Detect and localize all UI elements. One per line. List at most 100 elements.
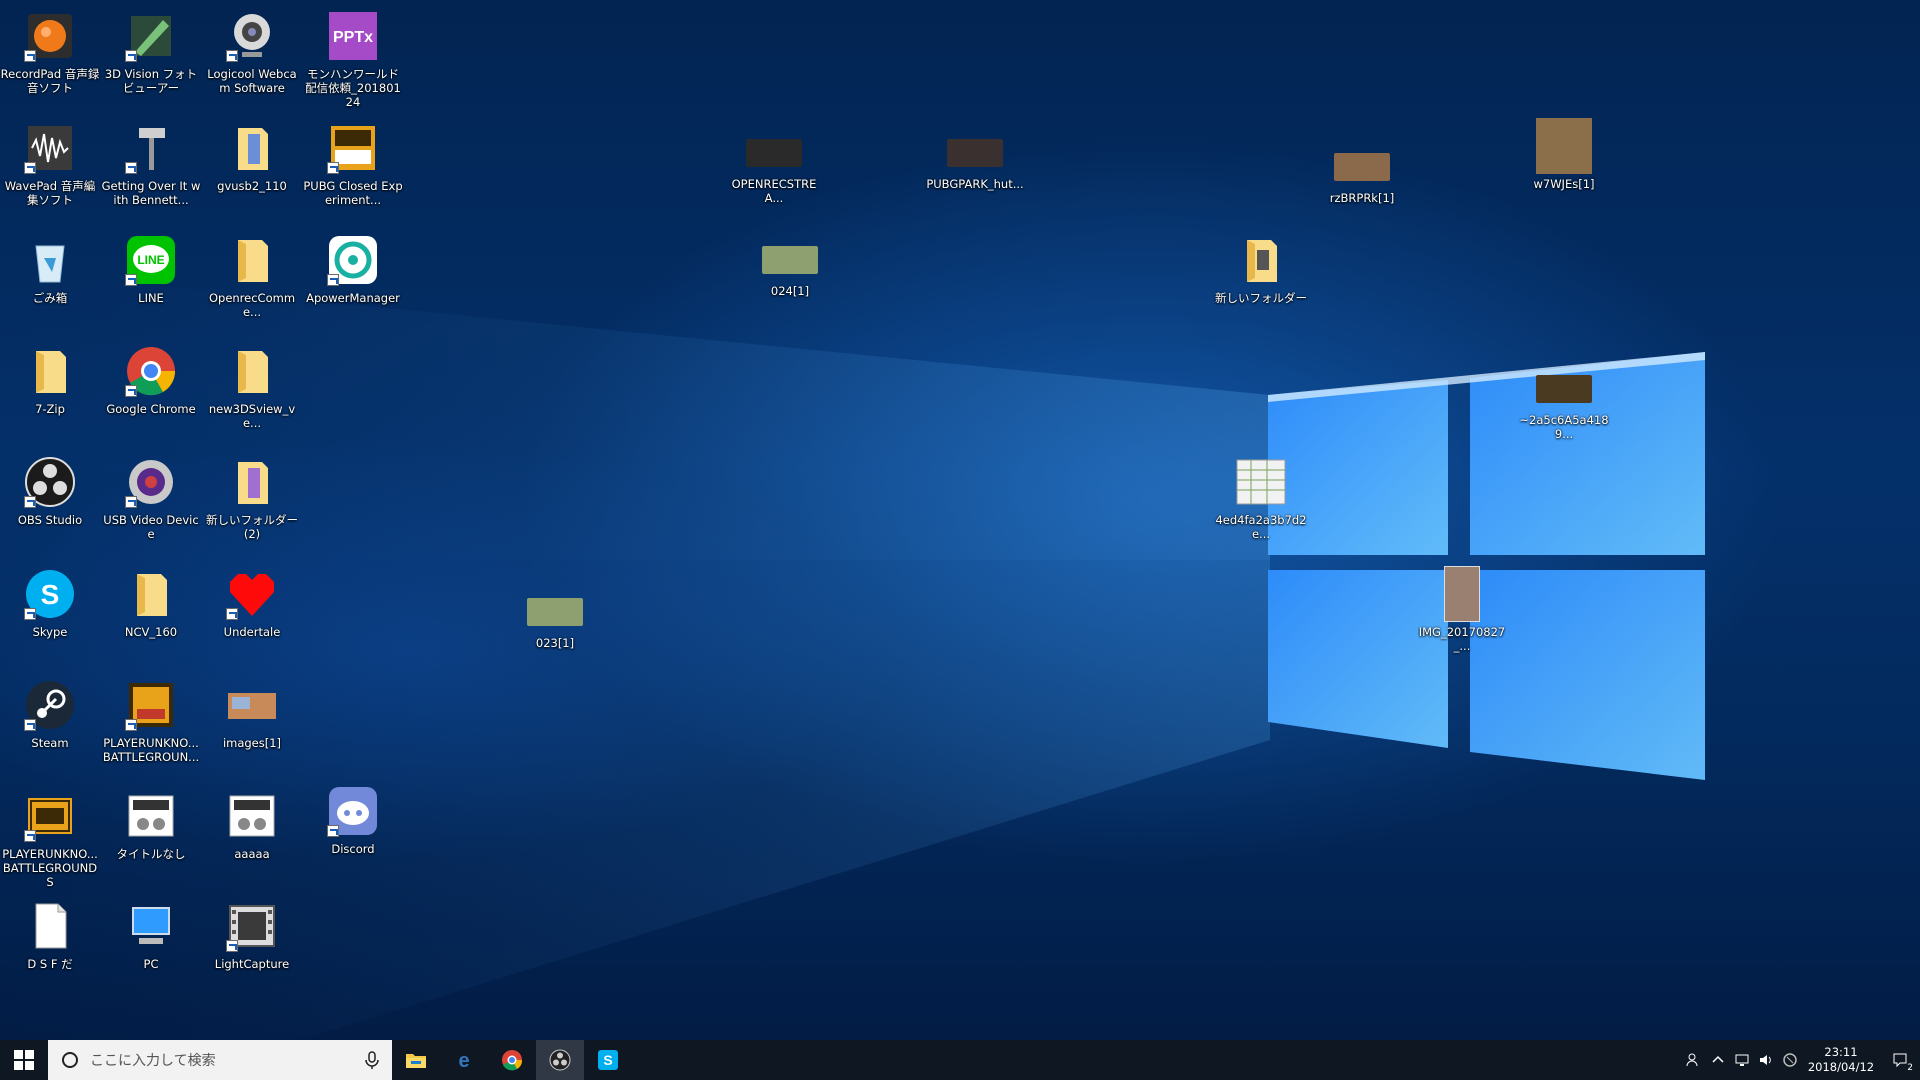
- desktop-icon-w7wjes[interactable]: w7WJEs[1]: [1514, 118, 1614, 191]
- icon-label: PLAYERUNKNO... BATTLEGROUN...: [102, 736, 200, 764]
- icon-label: Discord: [331, 842, 375, 856]
- desktop-icon-images1[interactable]: images[1]: [202, 677, 302, 750]
- desktop-icon-line[interactable]: LINE LINE: [101, 232, 201, 305]
- desktop-icon-logicool-webcam[interactable]: Logicool Webcam Software: [202, 8, 302, 95]
- webcam-icon: [224, 8, 280, 64]
- desktop-icon-7zip[interactable]: 7-Zip: [0, 343, 100, 416]
- taskbar-skype[interactable]: S: [584, 1040, 632, 1080]
- desktop-icon-openreccomme[interactable]: OpenrecComme...: [202, 232, 302, 319]
- usb-video-icon: [123, 454, 179, 510]
- desktop-icon-discord[interactable]: Discord: [303, 783, 403, 856]
- image-thumb-icon: [1434, 566, 1490, 622]
- icon-label: ~2a5c6A5a4189...: [1519, 413, 1609, 441]
- network-icon[interactable]: [1730, 1040, 1754, 1080]
- icon-label: rzBRPRk[1]: [1329, 191, 1395, 205]
- desktop-icon-usb-video[interactable]: USB Video Device: [101, 454, 201, 541]
- desktop-icon-google-chrome[interactable]: Google Chrome: [101, 343, 201, 416]
- desktop-icon-apowermanager[interactable]: ApowerManager: [303, 232, 403, 305]
- icon-label: images[1]: [222, 736, 282, 750]
- desktop-icon-getting-over-it[interactable]: Getting Over It with Bennett...: [101, 120, 201, 207]
- folder-icon: [224, 343, 280, 399]
- desktop-icon-new-folder-2[interactable]: 新しいフォルダー (2): [202, 454, 302, 541]
- line-icon: LINE: [123, 232, 179, 288]
- desktop-icon-3d-vision[interactable]: 3D Vision フォト ビューアー: [101, 8, 201, 95]
- show-hidden-icons-chevron-icon[interactable]: [1706, 1040, 1730, 1080]
- desktop-icon-dsf[interactable]: D S F だ: [0, 898, 100, 971]
- search-placeholder[interactable]: ここに入力して検索: [90, 1050, 362, 1070]
- microphone-icon[interactable]: [362, 1050, 382, 1070]
- system-tray: 23:11 2018/04/12 2: [1682, 1040, 1920, 1080]
- desktop-icon-wavepad[interactable]: WavePad 音声編集ソフト: [0, 120, 100, 207]
- chrome-icon: [123, 343, 179, 399]
- desktop-icon-steam[interactable]: Steam: [0, 677, 100, 750]
- desktop-icon-undertale[interactable]: Undertale: [202, 566, 302, 639]
- taskbar-edge[interactable]: e: [440, 1040, 488, 1080]
- icon-label: PC: [143, 957, 159, 971]
- volume-icon[interactable]: [1754, 1040, 1778, 1080]
- desktop-icon-new-folder[interactable]: 新しいフォルダー: [1211, 232, 1311, 305]
- icon-label: Logicool Webcam Software: [207, 67, 297, 95]
- icon-label: Getting Over It with Bennett...: [101, 179, 201, 207]
- desktop-icon-pc[interactable]: PC: [101, 898, 201, 971]
- icon-label: OPENRECSTREA...: [731, 177, 817, 205]
- taskbar: ここに入力して検索 e S 23:11 2018/04/12 2: [0, 1040, 1920, 1080]
- taskbar-file-explorer[interactable]: [392, 1040, 440, 1080]
- icon-label: 7-Zip: [35, 402, 65, 416]
- desktop-icon-obs[interactable]: OBS Studio: [0, 454, 100, 527]
- desktop-icon-rzbrprk[interactable]: rzBRPRk[1]: [1312, 132, 1412, 205]
- app-tray-icon[interactable]: [1778, 1040, 1802, 1080]
- desktop-icon-4ed4[interactable]: 4ed4fa2a3b7d2e...: [1211, 454, 1311, 541]
- folder-icon: [224, 232, 280, 288]
- icon-label: OBS Studio: [17, 513, 83, 527]
- icon-label: gvusb2_110: [217, 179, 287, 193]
- icon-label: IMG_20170827_...: [1418, 625, 1506, 653]
- windows-logo-icon: [14, 1050, 34, 1070]
- pubg-ces-icon: [325, 120, 381, 176]
- desktop-icon-img-20170827[interactable]: IMG_20170827_...: [1412, 566, 1512, 653]
- desktop-icon-2a5c[interactable]: ~2a5c6A5a4189...: [1514, 354, 1614, 441]
- desktop-icon-untitled[interactable]: タイトルなし: [101, 788, 201, 861]
- desktop-icon-pubg-test[interactable]: PLAYERUNKNO... BATTLEGROUN...: [101, 677, 201, 764]
- image-thumb-icon: [527, 577, 583, 633]
- skype-icon: S: [22, 566, 78, 622]
- desktop-icon-recycle-bin[interactable]: ごみ箱: [0, 232, 100, 305]
- desktop-icon-recordpad[interactable]: RecordPad 音声録音ソフト: [0, 8, 100, 95]
- image-thumb-icon: [224, 677, 280, 733]
- people-icon[interactable]: [1682, 1040, 1706, 1080]
- icon-label: Google Chrome: [106, 402, 196, 416]
- desktop-icon-lightcapture[interactable]: LightCapture: [202, 898, 302, 971]
- action-center-button[interactable]: 2: [1880, 1040, 1920, 1080]
- icon-label: NCV_160: [124, 625, 178, 639]
- image-thumb-icon: [1233, 454, 1289, 510]
- recycle-bin-icon: [22, 232, 78, 288]
- heart-icon: [224, 566, 280, 622]
- desktop-icon-skype[interactable]: S Skype: [0, 566, 100, 639]
- clock[interactable]: 23:11 2018/04/12: [1802, 1045, 1880, 1075]
- desktop-icon-pubgpark[interactable]: PUBGPARK_hut...: [925, 118, 1025, 191]
- discord-icon: [325, 783, 381, 839]
- icon-label: LightCapture: [214, 957, 290, 971]
- image-thumb-icon: [1334, 132, 1390, 188]
- recordpad-icon: [22, 8, 78, 64]
- desktop-icon-023[interactable]: 023[1]: [505, 577, 605, 650]
- desktop-icon-aaaaa[interactable]: aaaaa: [202, 788, 302, 861]
- desktop-icon-openrecstream[interactable]: OPENRECSTREA...: [724, 118, 824, 205]
- desktop-icon-new3dsview[interactable]: new3DSview_ve...: [202, 343, 302, 430]
- desktop-icon-pubg[interactable]: PLAYERUNKNO... BATTLEGROUNDS: [0, 788, 100, 889]
- desktop-icon-monhan-pptx[interactable]: PPTx モンハンワールド配信依頼_20180124: [303, 8, 403, 109]
- notification-icon: [1893, 1053, 1907, 1068]
- desktop-icon-024[interactable]: 024[1]: [740, 225, 840, 298]
- icon-label: モンハンワールド配信依頼_20180124: [305, 67, 401, 109]
- search-box[interactable]: ここに入力して検索: [48, 1040, 392, 1080]
- icon-label: new3DSview_ve...: [208, 402, 296, 430]
- svg-text:S: S: [603, 1052, 612, 1068]
- desktop-icon-ncv[interactable]: NCV_160: [101, 566, 201, 639]
- folder-icon: [22, 343, 78, 399]
- desktop-icon-gvusb2[interactable]: gvusb2_110: [202, 120, 302, 193]
- icon-label: Steam: [31, 736, 69, 750]
- icon-label: OpenrecComme...: [208, 291, 296, 319]
- desktop-icon-pubg-ces[interactable]: PUBG Closed Experiment...: [303, 120, 403, 207]
- taskbar-chrome[interactable]: [488, 1040, 536, 1080]
- taskbar-obs[interactable]: [536, 1040, 584, 1080]
- start-button[interactable]: [0, 1040, 48, 1080]
